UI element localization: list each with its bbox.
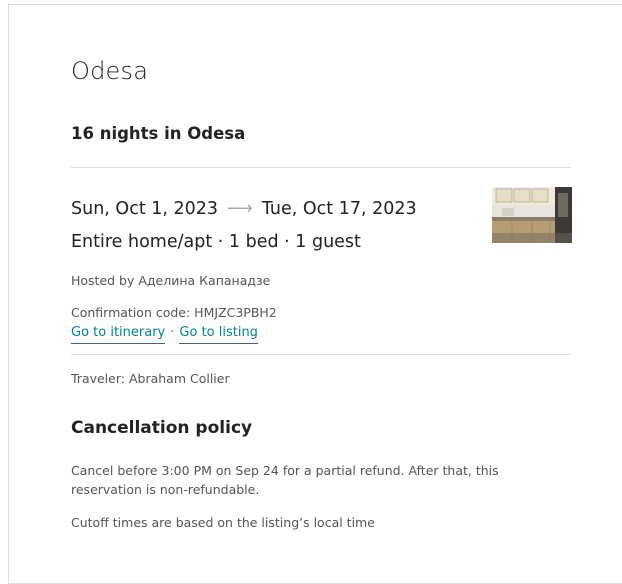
arrow-right-icon: ⟶ bbox=[227, 198, 253, 219]
go-to-itinerary-link[interactable]: Go to itinerary bbox=[71, 325, 166, 344]
reservation-links: Go to itinerary · Go to listing bbox=[71, 325, 258, 344]
divider bbox=[71, 167, 571, 168]
stay-dates: Sun, Oct 1, 2023 ⟶ Tue, Oct 17, 2023 bbox=[71, 198, 417, 219]
traveler-name: Traveler: Abraham Collier bbox=[71, 371, 230, 386]
link-separator: · bbox=[170, 325, 175, 340]
cancellation-policy-title: Cancellation policy bbox=[71, 418, 253, 438]
go-to-listing-link[interactable]: Go to listing bbox=[179, 325, 258, 344]
reservation-card: Odesa 16 nights in Odesa Sun, Oct 1, 202… bbox=[8, 4, 622, 584]
check-in-date: Sun, Oct 1, 2023 bbox=[71, 198, 219, 219]
divider bbox=[71, 354, 571, 355]
cutoff-note: Cutoff times are based on the listing’s … bbox=[71, 515, 375, 530]
nights-summary: 16 nights in Odesa bbox=[71, 124, 246, 143]
confirmation-code: Confirmation code: HMJZC3PBH2 bbox=[71, 305, 277, 320]
host-name: Hosted by Аделина Капанадзе bbox=[71, 273, 271, 288]
cancellation-policy-text: Cancel before 3:00 PM on Sep 24 for a pa… bbox=[71, 463, 499, 497]
listing-photo[interactable] bbox=[492, 187, 572, 243]
kitchen-interior-photo bbox=[492, 187, 572, 243]
page-title: Odesa bbox=[71, 57, 149, 85]
check-out-date: Tue, Oct 17, 2023 bbox=[261, 198, 417, 219]
room-summary: Entire home/apt · 1 bed · 1 guest bbox=[71, 232, 361, 252]
